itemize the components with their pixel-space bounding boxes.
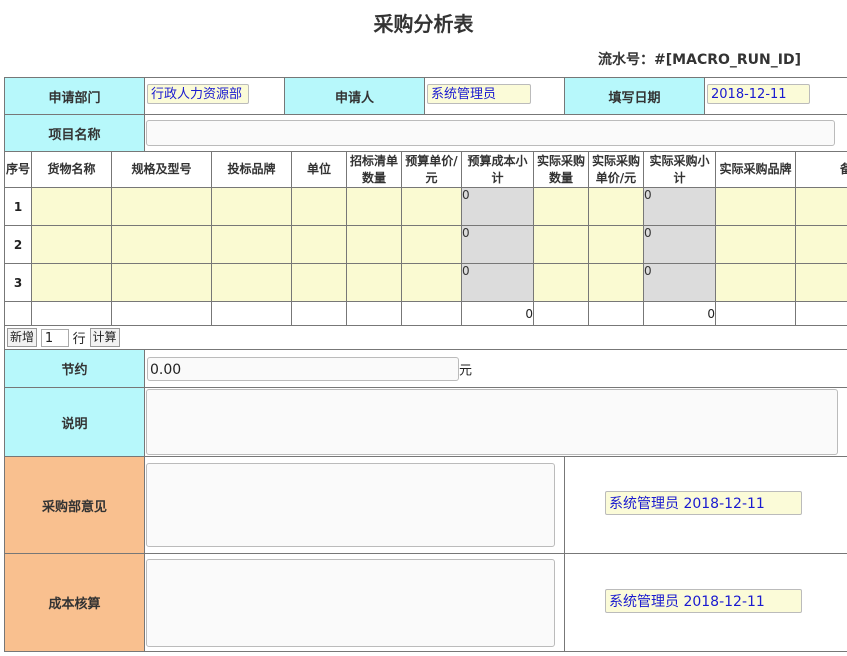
grid-header-row: 序号 货物名称 规格及型号 投标品牌 单位 招标清单数量 预算单价/元 预算成本…	[4, 151, 847, 188]
row-unit-label: 行	[72, 332, 86, 347]
saving-input[interactable]: 0.00	[147, 356, 459, 381]
goods-name-cell[interactable]	[31, 263, 112, 302]
calculate-button[interactable]: 计算	[89, 328, 120, 347]
add-row-button[interactable]: 新增	[7, 328, 38, 347]
table-row: 2 0 0	[4, 225, 847, 264]
desc-label: 说明	[4, 387, 145, 457]
cost-check-textarea[interactable]	[146, 558, 555, 647]
bid-brand-cell[interactable]	[211, 187, 292, 226]
col-header: 实际采购单价/元	[588, 151, 644, 188]
lower-table: 节约 0.00元 说明 采购部意见 系统管理员 2018-12-11 成本核算	[4, 349, 847, 652]
actual-total: 0	[643, 301, 716, 326]
serial-number: 流水号：#[MACRO_RUN_ID]	[598, 52, 801, 68]
spec-cell[interactable]	[111, 187, 212, 226]
actual-price-cell[interactable]	[588, 225, 644, 264]
header-table: 申请部门 行政人力资源部 申请人 系统管理员 填写日期 2018-12-11 项…	[4, 77, 847, 152]
page-title: 采购分析表	[373, 12, 474, 36]
budget-price-cell[interactable]	[401, 187, 462, 226]
purchase-opinion-textarea[interactable]	[146, 463, 555, 547]
form-frame: 申请部门 行政人力资源部 申请人 系统管理员 填写日期 2018-12-11 项…	[4, 77, 847, 656]
row-number: 2	[4, 225, 32, 264]
table-row: 1 0 0	[4, 187, 847, 226]
unit-cell[interactable]	[291, 225, 347, 264]
col-header: 备注	[795, 151, 847, 188]
spec-cell[interactable]	[111, 263, 212, 302]
budget-subtotal-cell: 0	[461, 187, 534, 226]
cost-check-label: 成本核算	[4, 553, 145, 652]
actual-qty-cell[interactable]	[533, 225, 589, 264]
col-header: 单位	[291, 151, 347, 188]
col-header: 规格及型号	[111, 151, 212, 188]
actual-price-cell[interactable]	[588, 263, 644, 302]
saving-label: 节约	[4, 349, 145, 388]
actual-qty-cell[interactable]	[533, 187, 589, 226]
goods-table: 序号 货物名称 规格及型号 投标品牌 单位 招标清单数量 预算单价/元 预算成本…	[4, 151, 847, 350]
unit-cell[interactable]	[291, 263, 347, 302]
dept-field[interactable]: 行政人力资源部	[147, 84, 249, 104]
project-name-input[interactable]	[146, 120, 835, 146]
col-header: 实际采购品牌	[715, 151, 796, 188]
purchase-sign-field[interactable]: 系统管理员 2018-12-11	[605, 491, 802, 515]
budget-subtotal-cell: 0	[461, 263, 534, 302]
actual-brand-cell[interactable]	[715, 225, 796, 264]
col-header: 预算单价/元	[401, 151, 462, 188]
purchase-opinion-label: 采购部意见	[4, 456, 145, 554]
date-field[interactable]: 2018-12-11	[707, 84, 810, 104]
row-count-input[interactable]: 1	[40, 328, 69, 347]
bid-qty-cell[interactable]	[346, 187, 402, 226]
unit-cell[interactable]	[291, 187, 347, 226]
actual-subtotal-cell: 0	[643, 187, 716, 226]
actual-subtotal-cell: 0	[643, 225, 716, 264]
goods-name-cell[interactable]	[31, 187, 112, 226]
applicant-field[interactable]: 系统管理员	[427, 84, 531, 104]
grid-toolbar-row: 新增 1 行 计算	[4, 325, 847, 350]
remark-cell[interactable]	[795, 187, 847, 226]
date-label: 填写日期	[564, 77, 705, 115]
budget-price-cell[interactable]	[401, 225, 462, 264]
actual-brand-cell[interactable]	[715, 263, 796, 302]
col-header: 实际采购小计	[643, 151, 716, 188]
desc-textarea[interactable]	[146, 389, 839, 455]
project-label: 项目名称	[4, 114, 145, 152]
applicant-label: 申请人	[284, 77, 425, 115]
cost-sign-field[interactable]: 系统管理员 2018-12-11	[605, 588, 802, 613]
remark-cell[interactable]	[795, 263, 847, 302]
budget-price-cell[interactable]	[401, 263, 462, 302]
col-header: 预算成本小计	[461, 151, 534, 188]
col-header: 序号	[4, 151, 32, 188]
col-header: 实际采购数量	[533, 151, 589, 188]
actual-qty-cell[interactable]	[533, 263, 589, 302]
actual-price-cell[interactable]	[588, 187, 644, 226]
col-header: 投标品牌	[211, 151, 292, 188]
remark-cell[interactable]	[795, 225, 847, 264]
spec-cell[interactable]	[111, 225, 212, 264]
row-number: 1	[4, 187, 32, 226]
bid-qty-cell[interactable]	[346, 263, 402, 302]
goods-name-cell[interactable]	[31, 225, 112, 264]
col-header: 招标清单数量	[346, 151, 402, 188]
budget-total: 0	[461, 301, 534, 326]
bid-brand-cell[interactable]	[211, 263, 292, 302]
table-row: 3 0 0	[4, 263, 847, 302]
actual-brand-cell[interactable]	[715, 187, 796, 226]
bid-qty-cell[interactable]	[346, 225, 402, 264]
budget-subtotal-cell: 0	[461, 225, 534, 264]
total-row: 0 0	[4, 301, 847, 326]
actual-subtotal-cell: 0	[643, 263, 716, 302]
saving-unit: 元	[459, 363, 473, 378]
dept-label: 申请部门	[4, 77, 145, 115]
col-header: 货物名称	[31, 151, 112, 188]
bid-brand-cell[interactable]	[211, 225, 292, 264]
row-number: 3	[4, 263, 32, 302]
